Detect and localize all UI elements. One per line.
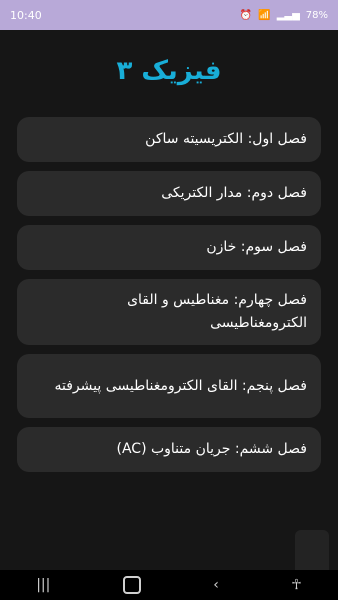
chapter-label: فصل دوم: مدار الکتریکی — [161, 185, 307, 201]
status-time: 10:40 — [10, 8, 42, 22]
chapter-item-5[interactable]: فصل پنجم: القای الکترومغناطیسی پیشرفته — [17, 354, 321, 418]
back-icon[interactable]: ‹ — [213, 577, 219, 593]
status-icons: ⏰ 📶 ▂▃▅ 78% — [240, 10, 328, 21]
status-bar: 10:40 ⏰ 📶 ▂▃▅ 78% — [0, 0, 338, 30]
signal-icon: ▂▃▅ — [276, 9, 300, 21]
chapter-label: فصل چهارم: مغناطیس و القای الکترومغناطیس… — [127, 292, 307, 331]
home-icon[interactable] — [122, 576, 141, 594]
chapter-item-2[interactable]: فصل دوم: مدار الکتریکی — [17, 171, 321, 216]
alarm-icon: ⏰ — [239, 9, 253, 21]
chapter-item-4[interactable]: فصل چهارم: مغناطیس و القای الکترومغناطیس… — [17, 279, 321, 345]
recent-apps-icon[interactable]: ||| — [36, 577, 50, 593]
battery-percent: 78% — [305, 9, 328, 21]
navigation-bar: ||| ‹ ☥ — [0, 570, 338, 600]
chapter-item-6[interactable]: فصل ششم: جریان متناوب (AC) — [17, 427, 321, 472]
page-title: فیزیک ۳ — [116, 56, 222, 86]
chapter-label: فصل سوم: خازن — [206, 239, 307, 255]
accessibility-icon[interactable]: ☥ — [291, 577, 301, 593]
app-screen: فیزیک ۳ فصل اول: الکتریسیته ساکن فصل دوم… — [0, 30, 338, 600]
chapter-label: فصل اول: الکتریسیته ساکن — [145, 131, 307, 147]
wifi-icon: 📶 — [258, 9, 271, 21]
chapter-list: فصل اول: الکتریسیته ساکن فصل دوم: مدار ا… — [17, 117, 321, 481]
chapter-item-3[interactable]: فصل سوم: خازن — [17, 225, 321, 270]
chapter-item-1[interactable]: فصل اول: الکتریسیته ساکن — [17, 117, 321, 162]
chapter-label: فصل ششم: جریان متناوب (AC) — [116, 441, 307, 457]
chapter-label: فصل پنجم: القای الکترومغناطیسی پیشرفته — [54, 377, 307, 394]
